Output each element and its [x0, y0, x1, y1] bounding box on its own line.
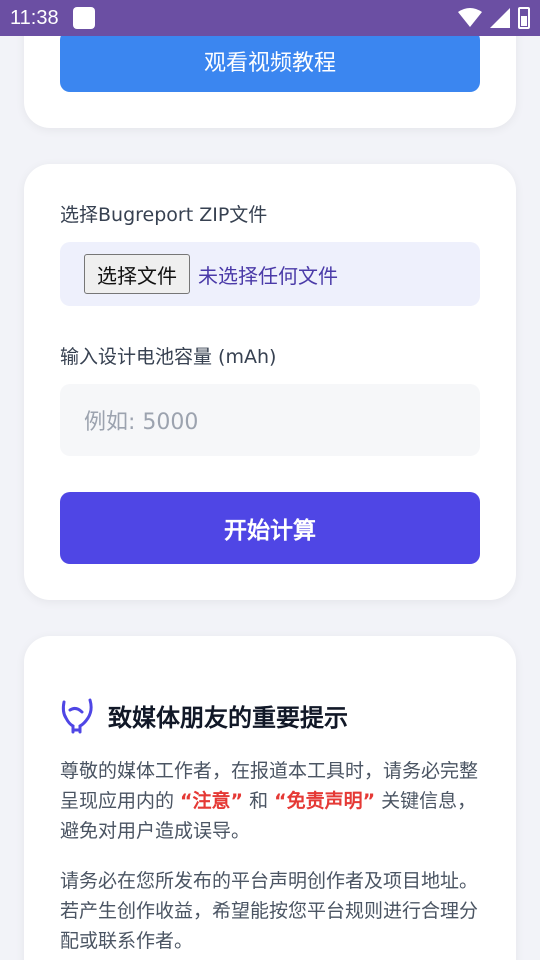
- capacity-label: 输入设计电池容量 (mAh): [60, 346, 277, 368]
- signal-icon: [490, 8, 510, 28]
- watch-video-tutorial-button[interactable]: 观看视频教程: [60, 30, 480, 92]
- notice-text: 和: [243, 790, 275, 812]
- notice-highlight-disclaimer: “免责声明”: [274, 790, 376, 812]
- notification-icon: [72, 7, 95, 29]
- notice-highlight-attention: “注意”: [180, 790, 244, 812]
- notice-paragraph-2: 请务必在您所发布的平台声明创作者及项目地址。若产生创作收益，希望能按您平台规则进…: [60, 870, 479, 952]
- status-bar: 11:38: [0, 0, 540, 36]
- status-time: 11:38: [10, 6, 59, 29]
- file-status: 未选择任何文件: [198, 263, 338, 288]
- file-picker[interactable]: 选择文件 未选择任何文件: [60, 242, 480, 306]
- status-icons: [458, 7, 530, 29]
- calculation-form-card: 选择Bugreport ZIP文件 选择文件 未选择任何文件 输入设计电池容量 …: [24, 164, 516, 600]
- horns-icon: [61, 698, 93, 734]
- wifi-icon: [458, 8, 482, 27]
- file-label: 选择Bugreport ZIP文件: [60, 204, 268, 226]
- notice-title: 致媒体朋友的重要提示: [108, 703, 348, 732]
- notice-header: 致媒体朋友的重要提示: [60, 696, 348, 734]
- media-notice-card: 致媒体朋友的重要提示 尊敬的媒体工作者，在报道本工具时，请务必完整呈现应用内的 …: [24, 636, 516, 960]
- choose-file-button[interactable]: 选择文件: [84, 254, 190, 294]
- notice-paragraph-1: 尊敬的媒体工作者，在报道本工具时，请务必完整呈现应用内的 “注意” 和 “免责声…: [60, 756, 484, 846]
- battery-icon: [518, 7, 530, 29]
- battery-capacity-input[interactable]: 例如: 5000: [60, 384, 480, 456]
- start-calculation-button[interactable]: 开始计算: [60, 492, 480, 564]
